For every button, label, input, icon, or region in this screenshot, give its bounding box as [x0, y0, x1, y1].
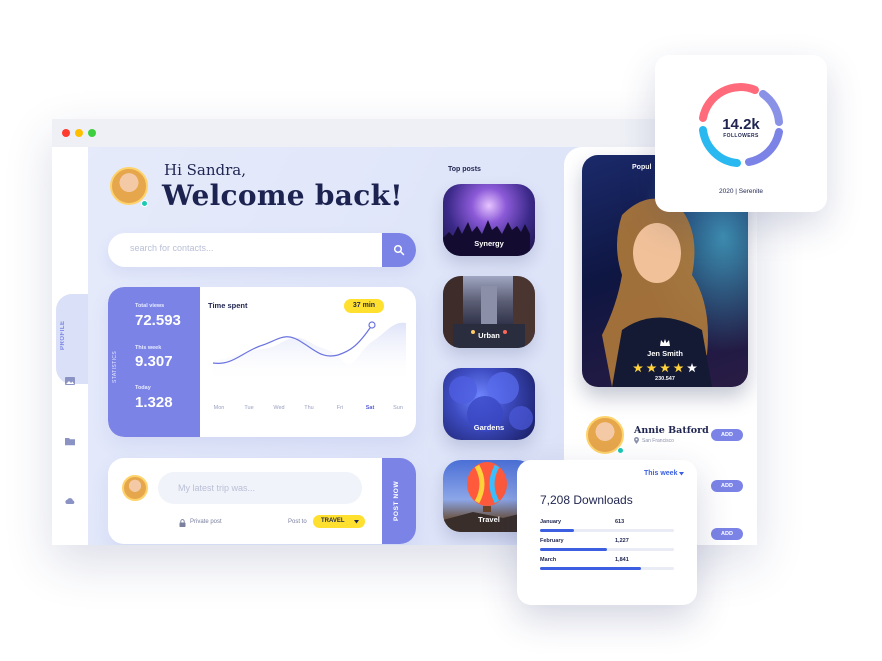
ring-segment-red: [699, 83, 759, 122]
maximize-dot[interactable]: [88, 129, 96, 137]
download-value: 1,841: [615, 557, 629, 563]
rating-stars: [633, 363, 697, 373]
sidebar-profile-label: PROFILE: [60, 320, 66, 350]
add-button[interactable]: ADD: [711, 528, 743, 540]
cloud-icon[interactable]: [64, 495, 76, 507]
stat-value: 1.328: [135, 394, 173, 411]
download-month: January: [540, 519, 562, 525]
chart-day-label-active: Sat: [365, 405, 375, 411]
post-input[interactable]: [158, 472, 362, 504]
chart-point: [368, 321, 376, 329]
chart-day-label: Tue: [244, 405, 254, 411]
greeting-hi: Hi Sandra,: [164, 161, 247, 179]
post-to-label: Post to: [288, 519, 307, 525]
time-spent-chart: [212, 321, 406, 383]
download-bar-track: [540, 548, 674, 551]
search-bar: [108, 233, 416, 267]
statistics-card: STATISTICS Total views 72.593 This week …: [108, 287, 416, 437]
crown-icon: [660, 339, 670, 346]
chart-area: [213, 322, 406, 383]
download-bar-track: [540, 529, 674, 532]
download-value: 613: [615, 519, 625, 525]
image-icon[interactable]: [64, 375, 76, 387]
search-input[interactable]: [130, 243, 370, 253]
period-select[interactable]: This week: [644, 470, 684, 477]
top-post-label: Gardens: [473, 423, 505, 432]
statistics-panel: STATISTICS Total views 72.593 This week …: [108, 287, 200, 437]
search-icon: [393, 244, 405, 256]
top-post-label: Synergy: [474, 239, 504, 248]
chart-title: Time spent: [208, 301, 248, 310]
profile-location: San Francisco: [642, 438, 674, 444]
post-composer: Private post Post to TRAVEL POST NOW: [108, 458, 416, 544]
statistics-label: STATISTICS: [112, 350, 118, 384]
caret-down-icon: [679, 472, 684, 476]
category-select[interactable]: TRAVEL: [313, 515, 365, 528]
top-post-card[interactable]: Synergy: [443, 184, 535, 256]
chart-day-label: Thu: [304, 405, 314, 411]
post-avatar: [122, 475, 148, 501]
folder-icon[interactable]: [64, 435, 76, 447]
download-bar-fill: [540, 548, 607, 551]
location-pin-icon: [634, 437, 639, 444]
download-bar-fill: [540, 567, 641, 570]
download-value: 1,227: [615, 538, 629, 544]
chart-day-label: Fri: [336, 405, 344, 411]
crowd-image: [443, 220, 530, 256]
followers-value: 14.2k: [722, 116, 760, 133]
top-post-card[interactable]: Gardens: [443, 368, 535, 440]
post-now-button[interactable]: POST NOW: [382, 458, 416, 544]
top-post-card[interactable]: Urban: [443, 276, 535, 348]
category-value: TRAVEL: [321, 518, 345, 524]
stat-label: Total views: [135, 303, 165, 309]
private-post-label[interactable]: Private post: [190, 519, 222, 525]
post-now-label: POST NOW: [393, 480, 400, 522]
popular-count: 230.547: [655, 376, 675, 382]
download-bar-fill: [540, 529, 574, 532]
followers-label: FOLLOWERS: [723, 133, 759, 139]
chart-day-label: Wed: [273, 405, 285, 411]
caret-down-icon: [354, 520, 359, 524]
download-month: March: [540, 557, 557, 563]
popular-name: Jen Smith: [647, 349, 683, 358]
profile-name[interactable]: Annie Batford: [634, 425, 709, 436]
search-button[interactable]: [382, 233, 416, 267]
sidebar: PROFILE: [52, 147, 88, 545]
minimize-dot[interactable]: [75, 129, 83, 137]
stat-label: This week: [135, 345, 162, 351]
close-dot[interactable]: [62, 129, 70, 137]
online-indicator: [141, 200, 148, 207]
top-posts-title: Top posts: [448, 166, 481, 173]
stat-value: 9.307: [135, 353, 173, 370]
download-month: February: [540, 538, 564, 544]
add-button[interactable]: ADD: [711, 429, 743, 441]
followers-caption: 2020 | Serenite: [719, 188, 763, 195]
chart-day-label: Sun: [393, 405, 403, 411]
popular-title: Popul: [632, 164, 652, 171]
download-bar-track: [540, 567, 674, 570]
stat-label: Today: [135, 385, 151, 391]
downloads-card: This week 7,208 Downloads January 613 Fe…: [517, 460, 697, 605]
chart-day-label: Mon: [213, 405, 225, 411]
followers-card: 14.2k FOLLOWERS 2020 | Serenite: [655, 55, 827, 212]
browser-titlebar: [52, 119, 757, 147]
stat-value: 72.593: [135, 312, 181, 329]
add-button[interactable]: ADD: [711, 480, 743, 492]
period-value: This week: [644, 470, 678, 477]
top-post-label: Urban: [478, 331, 500, 340]
page-title: Welcome back!: [162, 179, 403, 212]
lock-icon: [179, 519, 186, 527]
downloads-title: 7,208 Downloads: [540, 493, 633, 507]
online-indicator: [617, 447, 624, 454]
